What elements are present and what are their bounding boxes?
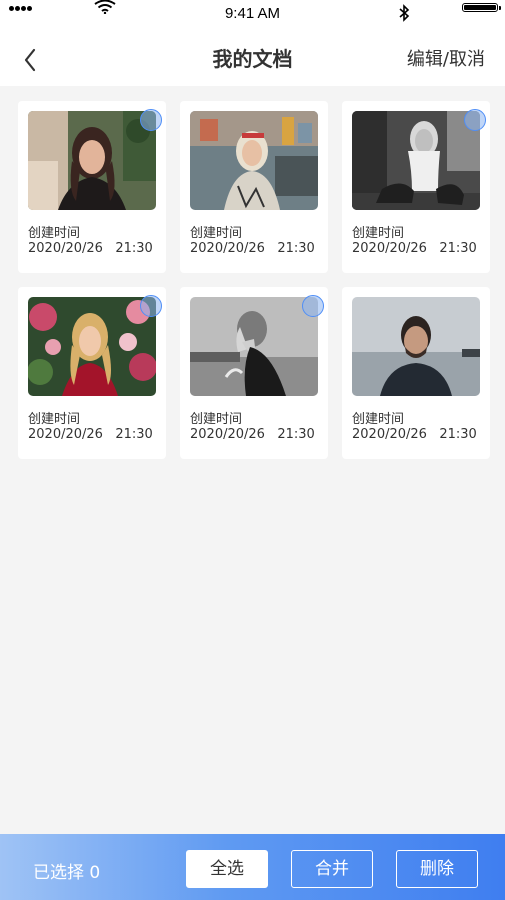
delete-button[interactable]: 删除: [396, 850, 478, 888]
created-time-label: 创建时间: [352, 226, 405, 241]
created-date: 2020/20/26 21:30: [28, 427, 153, 442]
created-time-label: 创建时间: [28, 412, 81, 427]
created-time-label: 创建时间: [190, 412, 243, 427]
selected-count: 已选择 0: [33, 863, 101, 883]
created-date: 2020/20/26 21:30: [352, 241, 477, 256]
document-card[interactable]: 创建时间 2020/20/26 21:30: [342, 287, 490, 459]
created-time-label: 创建时间: [352, 412, 405, 427]
select-checkbox[interactable]: [302, 295, 324, 317]
status-bar: 9:41 AM: [0, 0, 505, 28]
document-card[interactable]: 创建时间 2020/20/26 21:30: [180, 101, 328, 273]
document-thumbnail: [190, 297, 318, 396]
select-checkbox[interactable]: [140, 295, 162, 317]
document-card[interactable]: 创建时间 2020/20/26 21:30: [342, 101, 490, 273]
bottom-action-bar: 已选择 0 全选 合并 删除: [0, 834, 505, 900]
document-card[interactable]: 创建时间 2020/20/26 21:30: [180, 287, 328, 459]
created-date: 2020/20/26 21:30: [190, 427, 315, 442]
created-date: 2020/20/26 21:30: [28, 241, 153, 256]
document-thumbnail: [28, 297, 156, 396]
edit-cancel-button[interactable]: 编辑/取消: [407, 45, 485, 71]
merge-button[interactable]: 合并: [291, 850, 373, 888]
select-checkbox[interactable]: [140, 109, 162, 131]
nav-bar: 我的文档 编辑/取消: [0, 28, 505, 86]
document-card[interactable]: 创建时间 2020/20/26 21:30: [18, 287, 166, 459]
select-all-button[interactable]: 全选: [186, 850, 268, 888]
document-thumbnail: [28, 111, 156, 210]
bluetooth-icon: [399, 4, 410, 22]
select-checkbox[interactable]: [464, 109, 486, 131]
document-card[interactable]: 创建时间 2020/20/26 21:30: [18, 101, 166, 273]
created-date: 2020/20/26 21:30: [190, 241, 315, 256]
document-thumbnail: [352, 111, 480, 210]
document-thumbnail: [352, 297, 480, 396]
created-time-label: 创建时间: [190, 226, 243, 241]
battery-icon: [462, 3, 501, 12]
document-thumbnail: [190, 111, 318, 210]
status-time: 9:41 AM: [224, 5, 281, 22]
created-date: 2020/20/26 21:30: [352, 427, 477, 442]
back-chevron-icon[interactable]: [18, 44, 46, 76]
document-grid: 创建时间 2020/20/26 21:30 创建时间 2020/20/26 21…: [18, 101, 490, 459]
created-time-label: 创建时间: [28, 226, 81, 241]
